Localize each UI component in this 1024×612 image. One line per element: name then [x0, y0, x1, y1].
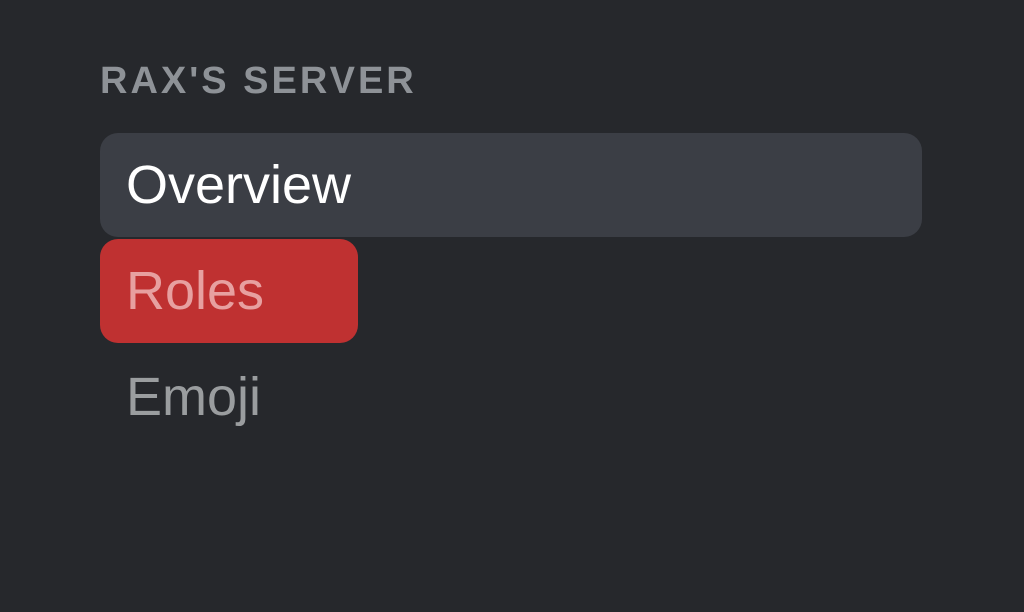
sidebar-item-emoji[interactable]: Emoji [100, 345, 922, 449]
settings-sidebar: RAX'S SERVER Overview Roles Emoji [0, 0, 1024, 449]
sidebar-item-label: Roles [126, 260, 264, 322]
sidebar-item-label: Overview [126, 154, 351, 216]
sidebar-item-label: Emoji [126, 366, 261, 428]
sidebar-item-roles[interactable]: Roles [100, 239, 358, 343]
sidebar-item-overview[interactable]: Overview [100, 133, 922, 237]
sidebar-section-header: RAX'S SERVER [100, 60, 954, 103]
